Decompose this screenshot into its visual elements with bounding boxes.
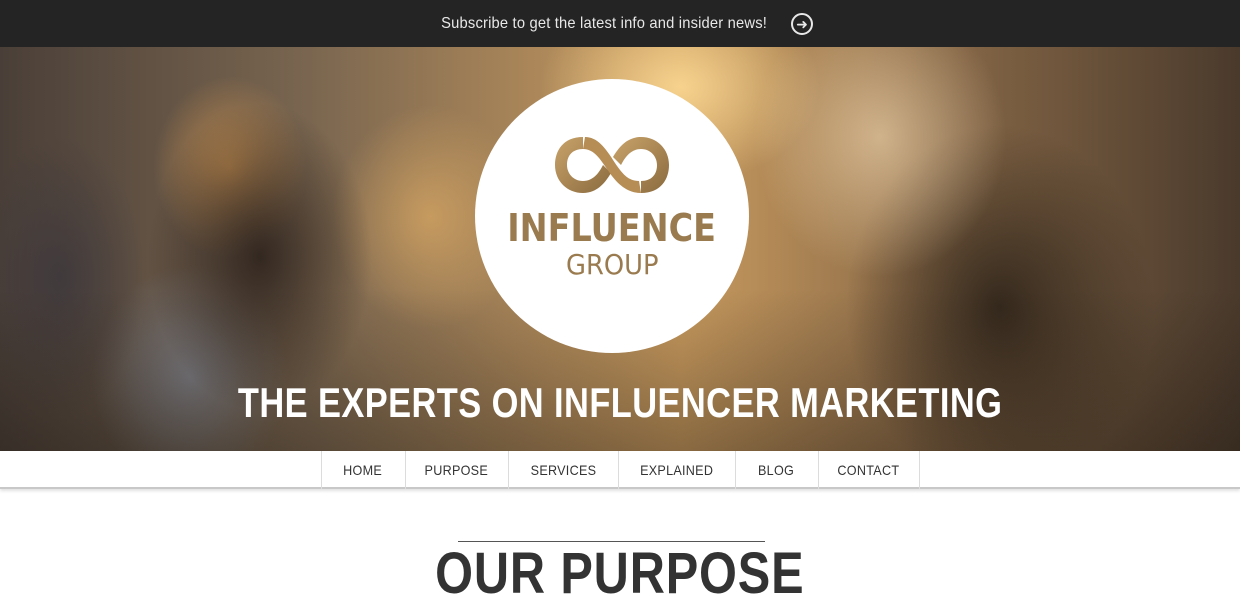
- nav-item-label: CONTACT: [837, 462, 900, 478]
- hero-headline-text: THE EXPERTS ON INFLUENCER MARKETING: [237, 379, 1003, 426]
- logo-wordmark-group: GROUP: [565, 248, 659, 281]
- nav-item-label: PURPOSE: [424, 462, 489, 478]
- subscribe-text[interactable]: Subscribe to get the latest info and ins…: [441, 15, 767, 33]
- nav-item-label: BLOG: [758, 462, 795, 478]
- logo[interactable]: INFLUENCE GROUP: [475, 79, 749, 353]
- hero-banner: INFLUENCE GROUP THE EXPERTS ON INFLUENCE…: [0, 47, 1240, 451]
- nav-item-blog[interactable]: BLOG: [736, 451, 819, 489]
- nav-list: HOME PURPOSE SERVICES EXPLAINED BLOG CON…: [320, 451, 920, 489]
- nav-item-label: HOME: [343, 462, 383, 478]
- nav-item-purpose[interactable]: PURPOSE: [406, 451, 509, 489]
- nav-item-contact[interactable]: CONTACT: [819, 451, 920, 489]
- nav-item-home[interactable]: HOME: [322, 451, 406, 489]
- arrow-right-icon[interactable]: ➜: [791, 12, 814, 35]
- section-title-text: OUR PURPOSE: [435, 541, 805, 600]
- hero-headline: THE EXPERTS ON INFLUENCER MARKETING: [0, 379, 1240, 427]
- infinity-logo-icon: [555, 137, 669, 193]
- nav-item-label: SERVICES: [530, 462, 596, 478]
- section-title: OUR PURPOSE: [0, 545, 1240, 600]
- subscribe-bar: Subscribe to get the latest info and ins…: [0, 0, 1240, 47]
- nav-item-explained[interactable]: EXPLAINED: [619, 451, 736, 489]
- nav-item-services[interactable]: SERVICES: [509, 451, 619, 489]
- main-nav: HOME PURPOSE SERVICES EXPLAINED BLOG CON…: [0, 451, 1240, 489]
- nav-item-label: EXPLAINED: [639, 462, 714, 478]
- logo-wordmark-influence: INFLUENCE: [507, 206, 717, 250]
